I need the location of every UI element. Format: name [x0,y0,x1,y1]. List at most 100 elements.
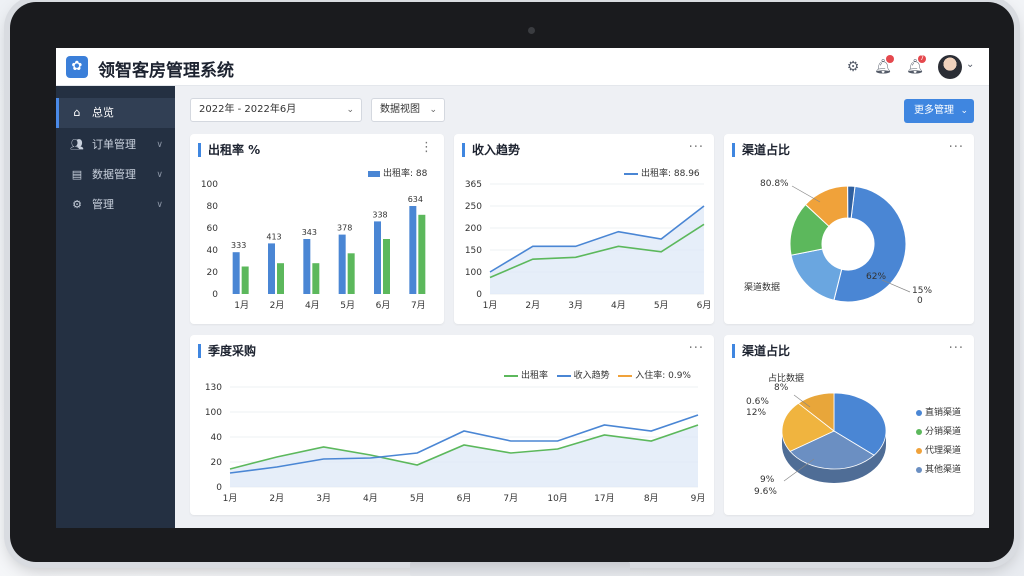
bar [409,206,417,294]
slice-label: 9.6% [754,487,777,497]
chevron-down-icon: ⌄ [960,106,968,116]
y-tick-label: 100 [201,180,218,190]
bar [303,239,311,294]
legend-item: 分销渠道 [916,424,961,437]
sidebar-item-orders[interactable]: 👥︎ 订单管理 ∨ [56,130,175,160]
occupancy-card: 出租率 % ⋮ 出租率: 88 0 20 40 60 80 100 1月 333 2月 413 4月… [190,134,444,324]
x-tick-label: 5月 [410,493,425,504]
chevron-down-icon[interactable]: ⌄ [966,59,974,70]
channel-donut-card: 渠道占比 ··· 80.8% 62% 15% 0 渠道数据 [724,134,974,324]
legend-swatch [916,428,922,435]
quarterly-line-chart: 0 20 40 100 130 1月 2月 3月 4月 5月 6月 7月 10月 17月 8月 9月 [205,383,706,504]
chevron-down-icon: ∨ [156,170,163,180]
legend-label: 其他渠道 [925,465,962,475]
x-tick-label: 3月 [316,493,331,504]
sidebar-item-label: 订单管理 [92,138,136,151]
screen: ✿ 领智客房管理系统 ⚙ 🔔︎ 🔔︎ 7 ⌄ ⌂ 总览 👥︎ 订单管理 ∨ ▤ 数据管理… [56,48,989,528]
data-label: 338 [372,210,387,219]
x-tick-label: 17月 [594,493,614,504]
x-tick-label: 7月 [411,300,426,311]
revenue-area-chart: 0 100 150 200 250 365 1月 2月 3月 4月 5月 6月 [465,180,712,311]
data-label: 343 [302,228,317,237]
x-tick-label: 5月 [340,300,355,311]
channel-donut-chart [789,185,911,303]
x-tick-label: 9月 [691,493,706,504]
x-tick-label: 3月 [568,300,583,311]
sidebar-item-overview[interactable]: ⌂ 总览 [56,98,175,128]
date-range-select[interactable]: 2022年 - 2022年6月 ⌄ [190,98,362,122]
avatar[interactable] [938,55,962,79]
view-select-value: 数据视图 [380,104,420,115]
y-tick-label: 130 [205,383,222,393]
bar [418,214,426,294]
sidebar-item-data[interactable]: ▤ 数据管理 ∨ [56,160,175,190]
y-tick-label: 200 [465,224,482,234]
camera-dot [528,27,535,34]
slice-label: 80.8% [760,179,789,189]
channel-pie-card: 渠道占比 ··· 占比数据 8% 0.6% 12% 9% 9.6% 直销渠道 分… [724,335,974,515]
donut-slice [790,248,843,301]
chevron-down-icon: ⌄ [346,105,354,115]
legend-item: 直销渠道 [916,405,961,418]
sidebar-item-label: 总览 [92,106,114,119]
slice-label: 渠道数据 [744,283,781,293]
x-tick-label: 2月 [269,493,284,504]
slice-label: 9% [760,475,775,485]
revenue-card: 收入趋势 ··· 出租率: 88.96 0 100 150 200 250 365 1月 2月… [454,134,714,324]
home-icon: ⌂ [73,106,81,119]
x-tick-label: 1月 [234,300,249,311]
y-tick-label: 100 [205,408,222,418]
gear-icon: ⚙ [72,198,82,211]
button-label: 更多管理 [914,105,954,116]
tree-logo-icon: ✿ [66,56,88,78]
bar [312,263,320,294]
date-range-value: 2022年 - 2022年6月 [199,104,297,115]
bar [338,234,346,294]
view-select[interactable]: 数据视图 ⌄ [371,98,445,122]
y-tick-label: 365 [465,180,482,190]
x-tick-label: 4月 [363,493,378,504]
y-tick-label: 40 [211,433,223,443]
bar [374,221,381,294]
y-tick-label: 250 [465,202,482,212]
y-tick-label: 150 [465,246,482,256]
bell-badge [886,55,894,63]
occupancy-bar-chart: 0 20 40 60 80 100 1月 333 2月 413 4月 343 5月 378 6月 338 7月 6… [201,180,426,311]
x-tick-label: 4月 [305,300,320,311]
sidebar: ⌂ 总览 👥︎ 订单管理 ∨ ▤ 数据管理 ∨ ⚙ 管理 ∨ [56,86,175,528]
sidebar-item-manage[interactable]: ⚙ 管理 ∨ [56,190,175,220]
chevron-down-icon: ⌄ [429,105,437,115]
y-tick-label: 0 [476,290,482,300]
legend-swatch [916,409,922,416]
slice-label: 62% [866,272,887,282]
monitor-stand [410,562,630,576]
y-tick-label: 60 [207,224,219,234]
slice-label: 15% [912,286,933,296]
bar [268,243,275,294]
data-label: 333 [231,241,246,250]
slice-label: 0 [917,296,923,306]
data-label: 413 [266,232,281,241]
legend-label: 直销渠道 [925,408,962,418]
leader-line [791,185,821,203]
chevron-down-icon: ∨ [156,140,163,150]
settings-icon[interactable]: ⚙ [844,58,862,76]
legend-item: 代理渠道 [916,443,961,456]
pie-legend: 直销渠道 分销渠道 代理渠道 其他渠道 [916,405,961,475]
more-management-button[interactable]: 更多管理 ⌄ [904,99,974,123]
x-tick-label: 6月 [376,300,391,311]
y-tick-label: 80 [207,202,219,212]
x-tick-label: 6月 [457,493,472,504]
y-tick-label: 40 [207,246,219,256]
monitor-frame: ✿ 领智客房管理系统 ⚙ 🔔︎ 🔔︎ 7 ⌄ ⌂ 总览 👥︎ 订单管理 ∨ ▤ 数据管理… [10,2,1014,562]
bar [277,263,284,294]
sidebar-item-label: 管理 [92,198,114,211]
chevron-down-icon: ∨ [156,200,163,210]
x-tick-label: 1月 [483,300,498,311]
x-tick-label: 7月 [503,493,518,504]
x-tick-label: 10月 [547,493,567,504]
y-tick-label: 0 [212,290,218,300]
legend-swatch [916,466,922,473]
x-tick-label: 5月 [654,300,669,311]
users-icon: 👥︎ [70,138,84,151]
